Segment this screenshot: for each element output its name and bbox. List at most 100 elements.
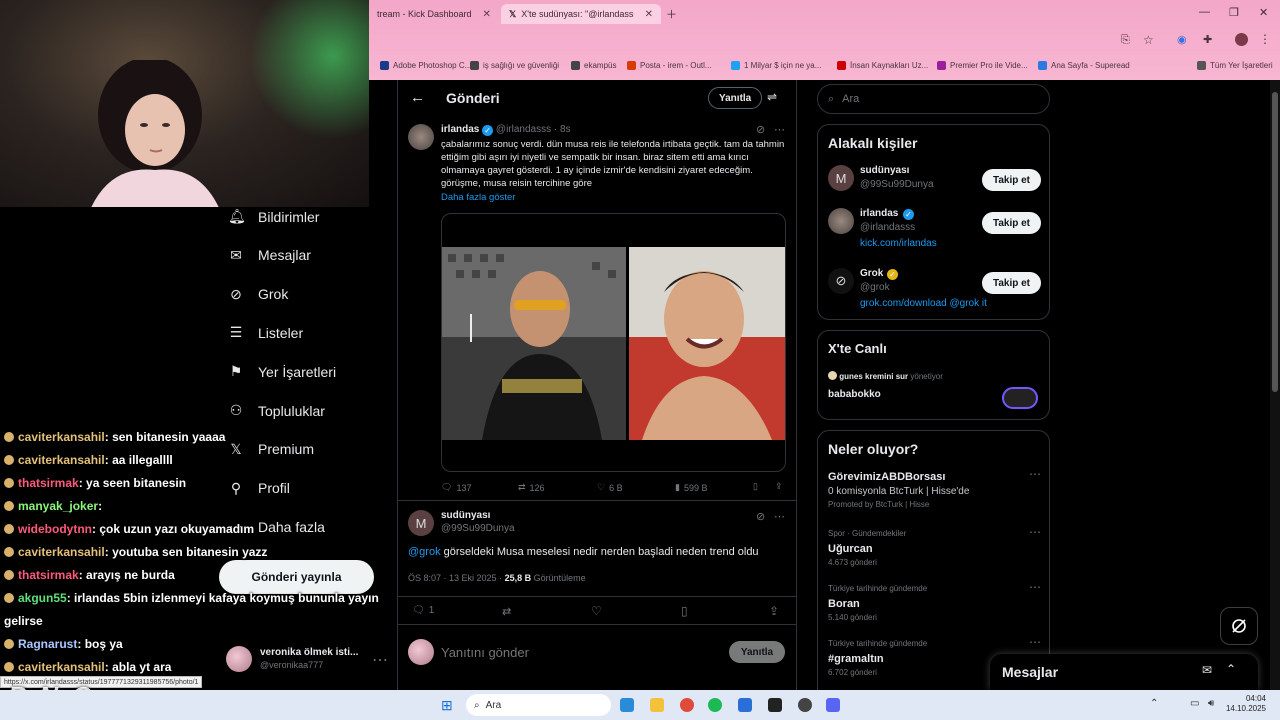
folder-icon[interactable] <box>650 698 664 712</box>
bookmark-item[interactable]: 1 Milyar $ için ne ya... <box>731 61 821 70</box>
close-tab-icon[interactable]: ✕ <box>483 9 491 20</box>
live-avatars[interactable] <box>1002 387 1038 409</box>
more-icon[interactable]: ⋯ <box>774 123 785 136</box>
like-action[interactable]: ♡ <box>591 604 602 618</box>
grok-button[interactable] <box>1220 607 1258 645</box>
sidebar-item-premium[interactable]: 𝕏 Premium <box>228 441 314 458</box>
taskbar-search[interactable]: ⌕ Ara <box>466 694 611 716</box>
bookmark-action[interactable]: ▯ <box>681 604 688 618</box>
chat-username[interactable]: caviterkansahil <box>18 453 105 467</box>
reply-action[interactable]: 🗨 1 <box>412 605 434 616</box>
scrollbar[interactable] <box>1270 80 1280 690</box>
spotify-icon[interactable] <box>708 698 722 712</box>
tab-kick-dashboard[interactable]: tream - Kick Dashboard ✕ <box>369 4 499 24</box>
views-action[interactable]: ▮ 599 B <box>675 482 707 493</box>
mention-link[interactable]: @grok <box>408 546 441 558</box>
sidebar-item-yer-i̇şaretleri[interactable]: ⚑ Yer İşaretleri <box>228 363 336 380</box>
expand-icon[interactable]: ⌃ <box>1226 662 1236 676</box>
back-arrow-icon[interactable]: ← <box>410 89 425 106</box>
bookmark-item[interactable]: Adobe Photoshop C... <box>380 61 471 70</box>
bookmark-item[interactable]: Posta - irem - Outl... <box>627 61 712 70</box>
live-host[interactable]: gunes kremini sur yönetiyor <box>828 371 943 381</box>
more-icon[interactable]: ⋯ <box>1029 635 1041 649</box>
show-more-link[interactable]: Daha fazla göster <box>441 192 515 203</box>
network-icon[interactable]: ▭ <box>1190 698 1199 709</box>
new-tab-icon[interactable]: ＋ <box>666 6 677 22</box>
chat-username[interactable]: caviterkansahil <box>18 430 105 444</box>
reply-pill-button[interactable]: Yanıtla <box>708 87 763 109</box>
more-icon[interactable]: ⋯ <box>1029 467 1041 481</box>
chrome-icon[interactable] <box>680 698 694 712</box>
reply-input[interactable] <box>441 642 711 662</box>
repost-action[interactable]: ⇄ <box>502 605 511 618</box>
maximize-icon[interactable]: ❐ <box>1229 6 1239 19</box>
bookmark-item[interactable]: iş sağlığı ve güvenliği <box>470 61 559 70</box>
trend-item[interactable]: GörevimizABDBorsası 0 komisyonla BtcTurk … <box>828 467 1041 521</box>
reply-action[interactable]: 🗨 137 <box>441 482 471 493</box>
menu-icon[interactable]: ⋮ <box>1259 32 1271 46</box>
sidebar-item-grok[interactable]: ⊘ Grok <box>228 286 288 303</box>
share-action[interactable]: ⇪ <box>775 481 783 492</box>
new-message-icon[interactable]: ✉ <box>1202 663 1212 677</box>
grok-explain-icon[interactable]: ⊘ <box>756 510 765 523</box>
obs-icon[interactable] <box>798 698 812 712</box>
repost-action[interactable]: ⇄ 126 <box>518 482 545 493</box>
profile-avatar[interactable] <box>1235 33 1248 46</box>
chat-username[interactable]: caviterkansahil <box>18 660 105 674</box>
share-action[interactable]: ⇪ <box>769 604 779 618</box>
post-author-avatar[interactable] <box>408 124 434 150</box>
follow-button[interactable]: Takip et <box>982 169 1041 191</box>
sidebar-item-profil[interactable]: ⚲ Profil <box>228 480 290 497</box>
person-bio[interactable]: grok.com/download @grok it <box>860 298 987 309</box>
more-icon[interactable]: ⋯ <box>1029 525 1041 539</box>
chat-username[interactable]: akgun55 <box>18 591 67 605</box>
post-button[interactable]: Gönderi yayınla <box>219 560 374 594</box>
more-icon[interactable]: ⋯ <box>1029 580 1041 594</box>
extension-icon[interactable]: ◉ <box>1177 33 1187 46</box>
post-photo[interactable] <box>442 214 786 472</box>
chat-username[interactable]: widebodytnn <box>18 522 92 536</box>
follow-button[interactable]: Takip et <box>982 212 1041 234</box>
trend-item[interactable]: Spor · Gündemdekiler Uğurcan 4.673 gönderi… <box>828 525 1041 579</box>
sidebar-item-bildirimler[interactable]: 🔔︎ Bildirimler <box>228 208 319 225</box>
reply-author-avatar[interactable]: M <box>408 510 434 536</box>
search-box[interactable]: ⌕ Ara <box>817 84 1050 114</box>
bookmark-item[interactable]: İnsan Kaynakları Uz... <box>837 61 928 70</box>
clock[interactable]: 04:04 14.10.2025 <box>1222 694 1266 714</box>
bookmark-item[interactable]: Premier Pro ile Vide... <box>937 61 1028 70</box>
tray-chevron-icon[interactable]: ⌃ <box>1150 698 1158 709</box>
sidebar-item-topluluklar[interactable]: ⚇ Topluluklar <box>228 402 325 419</box>
install-icon[interactable]: ⎘ <box>1121 34 1130 47</box>
minimize-icon[interactable]: — <box>1199 6 1210 18</box>
live-space-title[interactable]: bababokko <box>828 389 881 400</box>
post-media[interactable] <box>441 213 786 472</box>
bookmark-item[interactable]: ekampüs <box>571 61 616 70</box>
chat-username[interactable]: manyak_joker <box>18 499 98 513</box>
app-icon[interactable] <box>768 698 782 712</box>
bookmark-action[interactable]: ▯ <box>753 481 758 492</box>
chat-username[interactable]: Ragnarust <box>18 637 77 651</box>
discord-icon[interactable] <box>826 698 840 712</box>
close-window-icon[interactable]: ✕ <box>1259 6 1268 19</box>
sidebar-item-listeler[interactable]: ☰ Listeler <box>228 324 303 341</box>
edge-icon[interactable] <box>620 698 634 712</box>
star-icon[interactable]: ☆ <box>1143 33 1154 47</box>
person-row[interactable]: irlandas ✓ @irlandasss kick.com/irlandas Tak… <box>828 208 1041 252</box>
author-name[interactable]: irlandas <box>441 124 479 135</box>
account-switcher[interactable]: veronika ölmek isti... @veronikaa777 ⋯ <box>226 644 388 674</box>
more-icon[interactable]: ⋯ <box>372 650 388 670</box>
reply-author-name[interactable]: sudünyası <box>441 510 490 521</box>
bookmark-item[interactable]: Tüm Yer İşaretleri <box>1197 61 1273 70</box>
person-bio[interactable]: kick.com/irlandas <box>860 238 937 249</box>
bookmark-item[interactable]: Ana Sayfa - Superead <box>1038 61 1130 70</box>
person-row[interactable]: Msudünyası @99Su99Dunya Takip et <box>828 165 1041 209</box>
close-tab-icon[interactable]: ✕ <box>645 9 653 20</box>
chat-username[interactable]: caviterkansahil <box>18 545 105 559</box>
sidebar-item-mesajlar[interactable]: ✉ Mesajlar <box>228 247 311 264</box>
puzzle-icon[interactable]: ✚ <box>1203 33 1212 46</box>
tab-x-post[interactable]: 𝕏 X'te sudünyası: "@irlandasss @... ✕ <box>501 4 661 24</box>
sliders-icon[interactable]: ⇌ <box>767 90 777 104</box>
windows-start-icon[interactable]: ⊞ <box>441 697 453 714</box>
like-action[interactable]: ♡ 6 B <box>597 482 623 493</box>
grok-explain-icon[interactable]: ⊘ <box>756 123 765 136</box>
